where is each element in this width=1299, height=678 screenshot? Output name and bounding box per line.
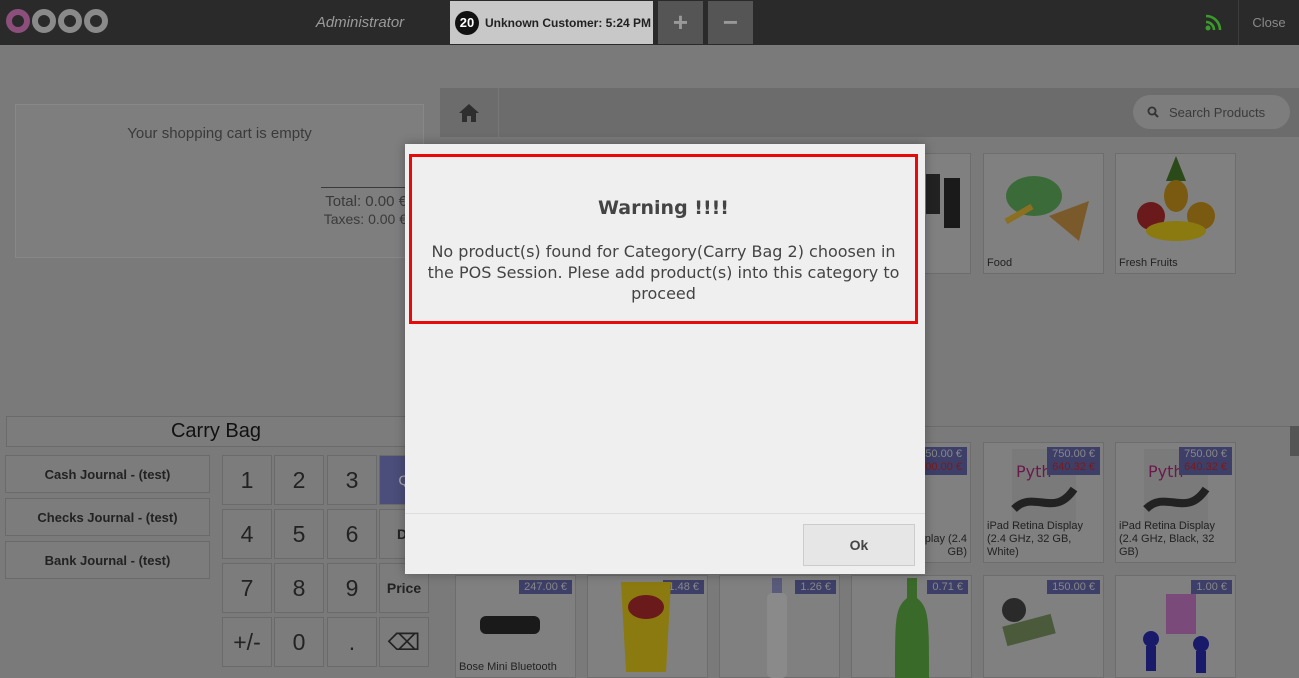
fruits-image	[1137, 156, 1215, 241]
product-tile[interactable]: 1.48 €	[587, 575, 708, 678]
product-tile[interactable]: 0.71 €	[851, 575, 972, 678]
warning-dialog: Warning !!!! No product(s) found for Cat…	[405, 144, 925, 574]
close-button[interactable]: Close	[1238, 0, 1299, 45]
product-price: 1.26 €	[795, 580, 836, 594]
top-bar: Administrator 20 Unknown Customer: 5:24 …	[0, 0, 1299, 45]
home-icon	[459, 103, 479, 122]
numpad-8[interactable]: 8	[274, 563, 324, 613]
numpad-3[interactable]: 3	[327, 455, 377, 505]
numpad-6[interactable]: 6	[327, 509, 377, 559]
cart-empty-message: Your shopping cart is empty	[127, 125, 312, 142]
product-price: 0.71 €	[927, 580, 968, 594]
checks-journal-button[interactable]: Checks Journal - (test)	[5, 498, 210, 536]
username: Administrator	[315, 14, 405, 31]
product-tile[interactable]: Pyth 750.00 €640.32 € iPad Retina Displa…	[983, 442, 1104, 563]
home-category-button[interactable]	[440, 88, 499, 137]
numpad-1[interactable]: 1	[222, 455, 272, 505]
product-tile[interactable]: 1.26 €	[719, 575, 840, 678]
carry-bag-button[interactable]: Carry Bag	[6, 416, 426, 447]
product-tile[interactable]: 247.00 € Bose Mini Bluetooth	[455, 575, 576, 678]
category-tile-food[interactable]: Food	[983, 153, 1104, 274]
order-cart: Your shopping cart is empty Total: 0.00 …	[15, 104, 424, 258]
perrier-bottle-image	[895, 578, 929, 678]
search-input[interactable]: Search Products	[1169, 105, 1265, 120]
numpad-plus-minus[interactable]: +/-	[222, 617, 272, 667]
odoo-logo	[6, 4, 110, 38]
numpad-5[interactable]: 5	[274, 509, 324, 559]
speaker-image	[480, 616, 540, 634]
product-name: iPad Retina Display (2.4 GHz, 32 GB, Whi…	[987, 520, 1083, 558]
product-price: 247.00 €	[519, 580, 572, 594]
divider	[321, 187, 411, 188]
water-bottle-image	[767, 578, 787, 678]
category-name: Food	[987, 257, 1013, 269]
product-tile[interactable]: Pyth 750.00 €640.32 € iPad Retina Displa…	[1115, 442, 1236, 563]
numpad-backspace[interactable]: ⌫	[379, 617, 429, 667]
chips-image	[621, 582, 671, 672]
numpad-2[interactable]: 2	[274, 455, 324, 505]
numpad-dot[interactable]: .	[327, 617, 377, 667]
order-tab[interactable]: 20 Unknown Customer: 5:24 PM	[450, 1, 653, 44]
numpad-7[interactable]: 7	[222, 563, 272, 613]
cart-total: Total: 0.00 €	[325, 193, 407, 210]
product-name: iPad Retina Display (2.4 GHz, Black, 32 …	[1119, 520, 1215, 558]
order-label: Unknown Customer: 5:24 PM	[485, 15, 652, 30]
puzzle-image	[1143, 594, 1209, 673]
product-tile[interactable]: 150.00 €	[983, 575, 1104, 678]
dialog-message: No product(s) found for Category(Carry B…	[427, 242, 900, 303]
product-price: 750.00 €640.32 €	[1179, 447, 1232, 475]
food-image	[1004, 176, 1089, 241]
numpad-9[interactable]: 9	[327, 563, 377, 613]
cart-taxes: Taxes: 0.00 €	[323, 211, 407, 227]
warning-highlight: Warning !!!! No product(s) found for Cat…	[409, 154, 918, 324]
cash-journal-button[interactable]: Cash Journal - (test)	[5, 455, 210, 493]
money-image	[1002, 598, 1056, 647]
dialog-title: Warning !!!!	[598, 197, 729, 219]
product-price: 1.00 €	[1191, 580, 1232, 594]
category-name: Fresh Fruits	[1119, 257, 1178, 269]
remove-order-button[interactable]: −	[708, 1, 753, 44]
connection-status-icon	[1205, 14, 1222, 31]
add-order-button[interactable]: +	[658, 1, 703, 44]
product-name: Bose Mini Bluetooth	[459, 661, 557, 673]
numpad-0[interactable]: 0	[274, 617, 324, 667]
category-tile-fresh-fruits[interactable]: Fresh Fruits	[1115, 153, 1236, 274]
numpad-4[interactable]: 4	[222, 509, 272, 559]
product-price: 750.00 €640.32 €	[1047, 447, 1100, 475]
search-box[interactable]: Search Products	[1133, 95, 1290, 129]
search-icon	[1147, 106, 1159, 118]
computer-image	[926, 174, 960, 228]
scrollbar[interactable]	[1290, 426, 1299, 456]
order-number-badge: 20	[455, 10, 479, 35]
product-tile[interactable]: 1.00 €	[1115, 575, 1236, 678]
ok-button[interactable]: Ok	[803, 524, 915, 566]
bank-journal-button[interactable]: Bank Journal - (test)	[5, 541, 210, 579]
